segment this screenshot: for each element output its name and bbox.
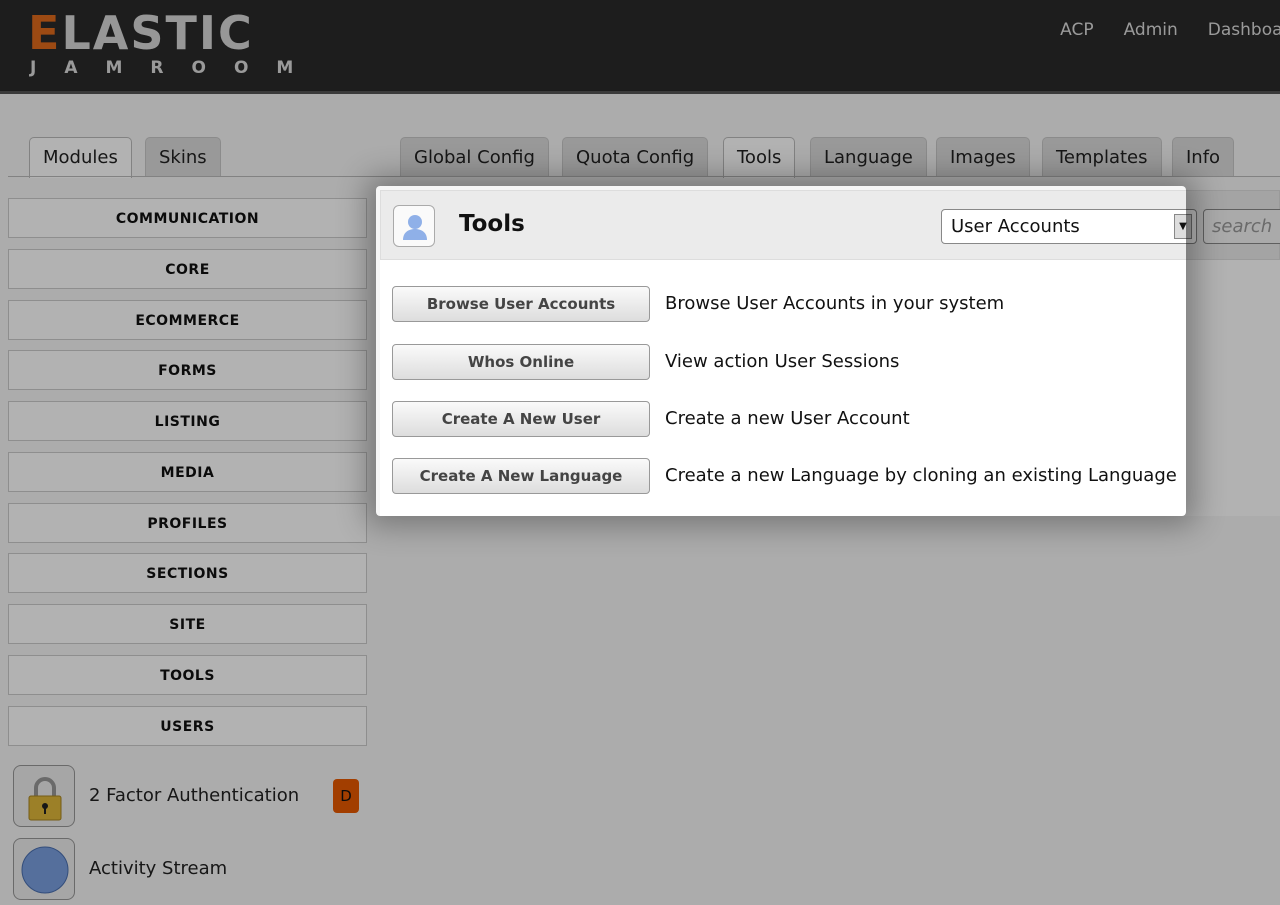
category-users[interactable]: USERS bbox=[8, 706, 367, 746]
tools-panel: Tools User Accounts ▼ search Browse User … bbox=[380, 190, 1280, 516]
search-input[interactable]: search bbox=[1203, 209, 1280, 244]
category-core[interactable]: CORE bbox=[8, 249, 367, 289]
tool-description: View action User Sessions bbox=[665, 351, 900, 372]
whos-online-button[interactable]: Whos Online bbox=[392, 344, 650, 380]
module-activity-stream[interactable]: Activity Stream bbox=[13, 838, 359, 900]
create-user-button[interactable]: Create A New User bbox=[392, 401, 650, 437]
category-listing[interactable]: LISTING bbox=[8, 401, 367, 441]
panel-header: Tools User Accounts ▼ search bbox=[380, 190, 1280, 260]
browse-user-accounts-button[interactable]: Browse User Accounts bbox=[392, 286, 650, 322]
tab-language[interactable]: Language bbox=[810, 137, 927, 177]
module-select[interactable]: User Accounts ▼ bbox=[941, 209, 1197, 244]
category-profiles[interactable]: PROFILES bbox=[8, 503, 367, 543]
tab-images[interactable]: Images bbox=[936, 137, 1030, 177]
module-2fa[interactable]: 2 Factor Authentication D bbox=[13, 765, 359, 827]
create-language-button[interactable]: Create A New Language bbox=[392, 458, 650, 494]
tab-quota-config[interactable]: Quota Config bbox=[562, 137, 709, 177]
tab-modules[interactable]: Modules bbox=[29, 137, 132, 178]
tool-description: Create a new Language by cloning an exis… bbox=[665, 465, 1177, 486]
top-nav: ACP Admin Dashboard bbox=[1060, 20, 1280, 40]
module-name: 2 Factor Authentication bbox=[89, 785, 300, 806]
tab-skins[interactable]: Skins bbox=[145, 137, 221, 177]
tab-tools[interactable]: Tools bbox=[723, 137, 796, 178]
nav-dashboard[interactable]: Dashboard bbox=[1208, 20, 1280, 40]
nav-admin[interactable]: Admin bbox=[1124, 20, 1178, 40]
category-communication[interactable]: COMMUNICATION bbox=[8, 198, 367, 238]
tab-templates[interactable]: Templates bbox=[1042, 137, 1162, 177]
category-media[interactable]: MEDIA bbox=[8, 452, 367, 492]
category-ecommerce[interactable]: ECOMMERCE bbox=[8, 300, 367, 340]
logo[interactable]: ELASTIC JAMROOM bbox=[28, 10, 321, 78]
user-icon bbox=[393, 205, 435, 247]
page-title: Tools bbox=[459, 211, 525, 237]
padlock-icon bbox=[13, 765, 75, 827]
tab-divider bbox=[8, 176, 1280, 177]
category-forms[interactable]: FORMS bbox=[8, 350, 367, 390]
select-value: User Accounts bbox=[951, 216, 1080, 237]
category-site[interactable]: SITE bbox=[8, 604, 367, 644]
tab-info[interactable]: Info bbox=[1172, 137, 1235, 177]
category-tools[interactable]: TOOLS bbox=[8, 655, 367, 695]
nav-acp[interactable]: ACP bbox=[1060, 20, 1093, 40]
tool-description: Browse User Accounts in your system bbox=[665, 293, 1005, 314]
activity-stream-icon bbox=[13, 838, 75, 900]
chevron-down-icon: ▼ bbox=[1174, 214, 1192, 239]
status-badge: D bbox=[333, 779, 359, 813]
header: ELASTICJAMROOM ACP Admin Dashboard bbox=[0, 0, 1280, 94]
tool-description: Create a new User Account bbox=[665, 408, 910, 429]
category-sections[interactable]: SECTIONS bbox=[8, 553, 367, 593]
tab-global-config[interactable]: Global Config bbox=[400, 137, 549, 177]
